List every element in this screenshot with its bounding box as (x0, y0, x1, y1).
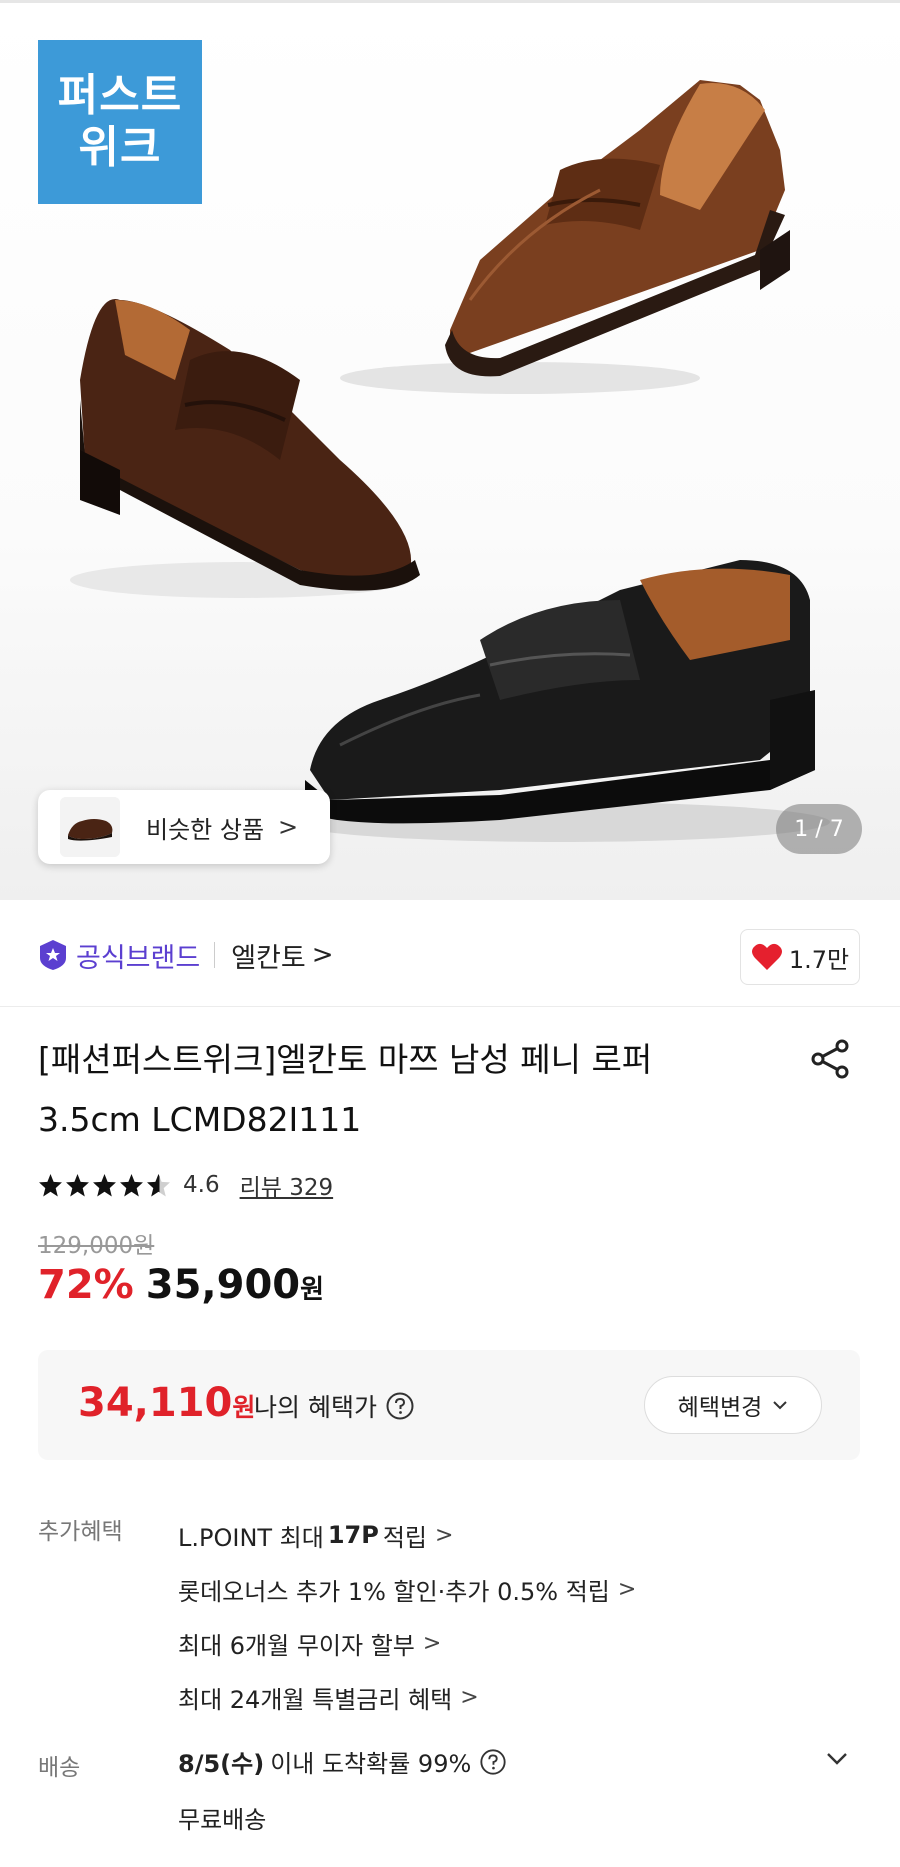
delivery-probability: 이내 도착확률 99% (270, 1750, 472, 1778)
like-button[interactable]: 1.7만 (740, 929, 860, 985)
benefit-label-text: 나의 혜택가 (254, 1393, 377, 1422)
similar-products-button[interactable]: 비슷한 상품 > (38, 790, 330, 864)
brand-separator (214, 942, 216, 968)
product-image-carousel[interactable]: 퍼스트 위크 비슷한 상품 > 1 / 7 (0, 0, 900, 900)
chevron-right-icon: > (460, 1684, 479, 1710)
official-badge-icon (40, 940, 66, 970)
sale-price: 35,900 (145, 1262, 301, 1308)
benefit-change-label: 혜택변경 (677, 1395, 763, 1421)
extra-benefit-text: 적립 (382, 1523, 428, 1552)
star-icon (66, 1173, 89, 1196)
promo-badge-line2: 위크 (78, 122, 162, 173)
extra-benefits-list: L.POINT 최대 17P 적립 > 롯데오너스 추가 1% 할인·추가 0.… (178, 1508, 636, 1724)
similar-product-thumbnail (60, 797, 120, 857)
brown-loafer-1 (445, 80, 790, 377)
star-icon (93, 1173, 116, 1196)
benefit-price-unit: 원 (232, 1393, 256, 1422)
delivery-estimate: 8/5(수) 이내 도착확률 99% (178, 1744, 507, 1779)
extra-benefit-bold: 17P (327, 1521, 379, 1549)
extra-benefits-label: 추가혜택 (38, 1519, 123, 1545)
review-count-link[interactable]: 리뷰 329 (240, 1168, 334, 1202)
benefit-price-box: 34,110원 나의 혜택가 혜택변경 (38, 1350, 860, 1460)
brand-name-link[interactable]: 엘칸토 (231, 936, 306, 975)
chevron-down-icon[interactable] (826, 1752, 848, 1766)
product-title-line1: [패션퍼스트위크]엘칸토 마쯔 남성 페니 로퍼 (38, 1040, 653, 1079)
share-icon[interactable] (808, 1036, 854, 1082)
benefit-change-button[interactable]: 혜택변경 (644, 1376, 822, 1434)
promo-badge-line1: 퍼스트 (57, 70, 183, 121)
delivery-label: 배송 (38, 1755, 81, 1781)
benefit-price: 34,110원 (78, 1380, 255, 1426)
extra-benefit-special-rate[interactable]: 최대 24개월 특별금리 혜택 > (178, 1670, 636, 1724)
extra-benefit-text: L.POINT 최대 (178, 1523, 324, 1552)
delivery-date: 8/5(수) (178, 1750, 265, 1778)
brown-loafer-2 (80, 299, 420, 591)
rating-value: 4.6 (183, 1172, 220, 1198)
like-count: 1.7만 (788, 945, 850, 974)
extra-benefit-text: 롯데오너스 추가 1% 할인·추가 0.5% 적립 (178, 1577, 610, 1606)
promo-badge: 퍼스트 위크 (38, 40, 202, 204)
sale-price-unit: 원 (300, 1275, 325, 1305)
black-loafer (305, 560, 815, 824)
star-icon (120, 1173, 143, 1196)
star-half-icon (147, 1173, 170, 1196)
extra-benefit-text: 최대 24개월 특별금리 혜택 (178, 1685, 453, 1714)
benefit-price-value: 34,110 (78, 1380, 233, 1426)
free-shipping-label: 무료배송 (178, 1806, 267, 1834)
original-price: 129,000원 (38, 1233, 155, 1259)
chevron-right-icon: > (311, 940, 334, 970)
extra-benefit-lotte-honors[interactable]: 롯데오너스 추가 1% 할인·추가 0.5% 적립 > (178, 1562, 636, 1616)
chevron-right-icon: > (435, 1522, 454, 1548)
section-divider (0, 1006, 900, 1007)
chevron-right-icon: > (422, 1630, 442, 1656)
price-row: 72% 35,900 원 (38, 1262, 324, 1308)
chevron-down-icon (773, 1401, 788, 1410)
product-title-line2: 3.5cm LCMD82I111 (38, 1100, 362, 1139)
star-icon (39, 1173, 62, 1196)
extra-benefit-installment[interactable]: 최대 6개월 무이자 할부 > (178, 1616, 636, 1670)
product-title: [패션퍼스트위크]엘칸토 마쯔 남성 페니 로퍼 3.5cm LCMD82I11… (38, 1030, 778, 1150)
extra-benefit-text: 최대 6개월 무이자 할부 (178, 1631, 415, 1660)
benefit-price-label: 나의 혜택가 (254, 1388, 415, 1424)
brand-row: 공식브랜드 엘칸토 > 1.7만 (0, 905, 900, 1005)
rating-row: 4.6 리뷰 329 (38, 1165, 333, 1205)
image-page-counter: 1 / 7 (776, 804, 862, 854)
official-brand-label: 공식브랜드 (76, 942, 201, 974)
help-icon[interactable] (385, 1391, 415, 1421)
heart-icon (751, 943, 782, 970)
help-icon[interactable] (479, 1748, 507, 1776)
rating-stars (38, 1173, 173, 1198)
similar-products-label: 비슷한 상품 (146, 815, 265, 844)
chevron-right-icon: > (278, 813, 299, 841)
extra-benefit-lpoint[interactable]: L.POINT 최대 17P 적립 > (178, 1508, 636, 1562)
chevron-right-icon: > (617, 1576, 637, 1602)
discount-rate: 72% (38, 1262, 134, 1308)
